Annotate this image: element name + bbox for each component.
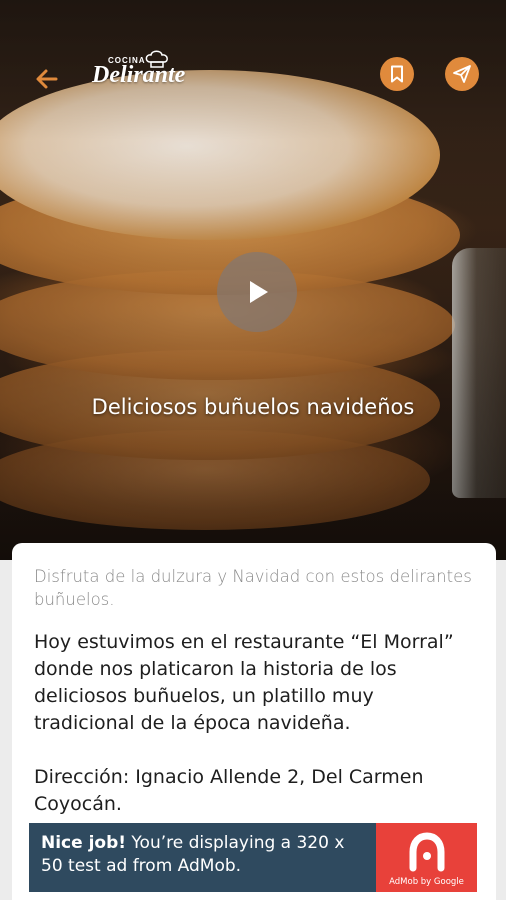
bookmark-button[interactable] [380, 57, 414, 91]
back-button[interactable] [30, 62, 64, 96]
article-subtitle: Disfruta de la dulzura y Navidad con est… [34, 567, 472, 609]
share-button[interactable] [445, 57, 479, 91]
admob-icon [409, 832, 445, 872]
back-arrow-icon [36, 69, 58, 89]
admob-banner[interactable]: Nice job! You’re displaying a 320 x 50 t… [29, 823, 477, 892]
app-logo: COCINA Delirante [92, 50, 188, 102]
article-address: Dirección: Ignacio Allende 2, Del Carmen… [34, 766, 424, 815]
play-video-button[interactable] [217, 252, 297, 332]
ad-text: Nice job! You’re displaying a 320 x 50 t… [29, 823, 376, 892]
video-title: Deliciosos buñuelos navideños [91, 395, 415, 419]
send-icon [453, 65, 471, 83]
article-paragraph: Hoy estuvimos en el restaurante “El Morr… [34, 631, 454, 734]
hero-image: COCINA Delirante Deliciosos buñuelos nav… [0, 0, 506, 560]
article-body: Hoy estuvimos en el restaurante “El Morr… [34, 629, 474, 818]
logo-text: Delirante [92, 62, 186, 88]
play-icon [250, 281, 268, 303]
admob-brand-text: AdMob by Google [389, 877, 464, 887]
bookmark-icon [391, 65, 403, 83]
ad-headline: Nice job! [41, 833, 127, 853]
admob-logo: AdMob by Google [376, 823, 477, 892]
